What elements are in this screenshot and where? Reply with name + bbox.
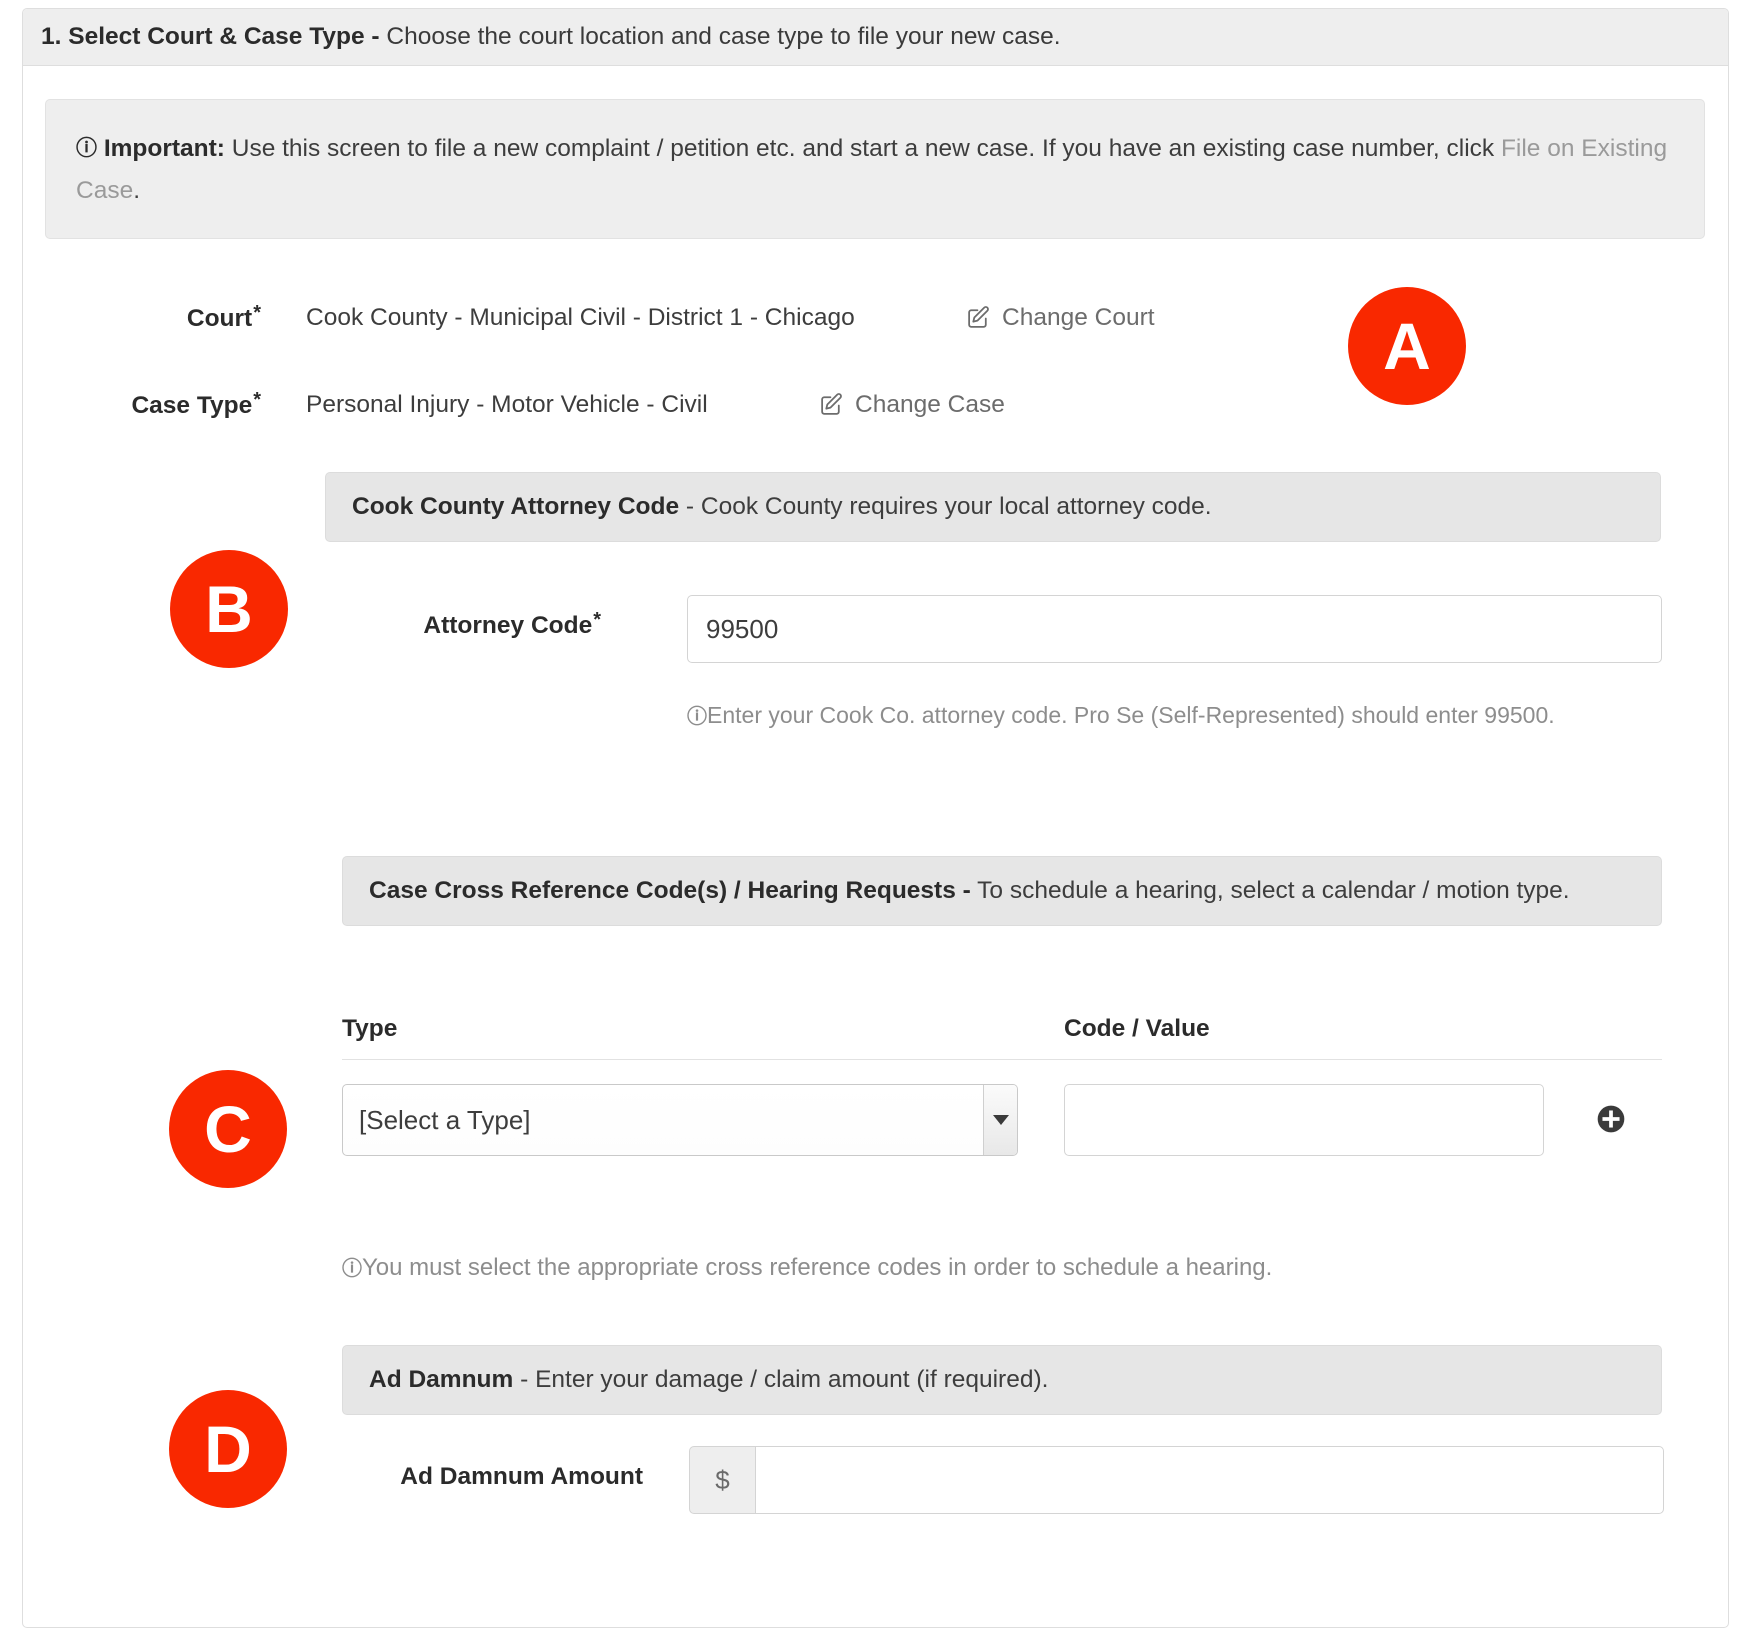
- ad-damnum-label: Ad Damnum Amount: [400, 1463, 643, 1490]
- annotation-badge-a: A: [1348, 287, 1466, 405]
- court-required-asterisk: *: [253, 302, 261, 324]
- info-icon: ⓘ: [342, 1256, 362, 1280]
- change-court-button[interactable]: Change Court: [966, 304, 1155, 332]
- change-case-label: Change Case: [855, 390, 1005, 418]
- attorney-code-label: Attorney Code: [423, 612, 593, 639]
- attorney-code-help: ⓘEnter your Cook Co. attorney code. Pro …: [687, 697, 1617, 734]
- info-icon: ⓘ: [76, 136, 97, 160]
- important-label: Important:: [103, 135, 225, 162]
- important-alert-text: ⓘ Important: Use this screen to file a n…: [76, 128, 1674, 212]
- important-text-2: .: [133, 177, 141, 205]
- plus-circle-icon: [1595, 1103, 1627, 1138]
- step-card: 1. Select Court & Case Type - Choose the…: [22, 8, 1729, 1628]
- important-text-1: Use this screen to file a new complaint …: [224, 135, 1501, 162]
- edit-pencil-icon: [819, 392, 844, 417]
- cross-reference-section-header: Case Cross Reference Code(s) / Hearing R…: [342, 856, 1662, 926]
- cross-reference-header-bold: Case Cross Reference Code(s) / Hearing R…: [369, 877, 971, 904]
- cross-reference-table-header: Type Code / Value: [342, 1015, 1662, 1060]
- ad-damnum-header-rest: - Enter your damage / claim amount (if r…: [513, 1366, 1049, 1393]
- case-type-row: Case Type* Personal Injury - Motor Vehic…: [23, 389, 1323, 420]
- cross-reference-help: ⓘYou must select the appropriate cross r…: [342, 1249, 1592, 1288]
- case-type-label-wrap: Case Type*: [23, 389, 261, 420]
- ad-damnum-input[interactable]: [755, 1446, 1664, 1514]
- court-label-wrap: Court*: [23, 302, 261, 333]
- type-select[interactable]: [Select a Type]: [342, 1084, 1018, 1156]
- attorney-code-help-text: Enter your Cook Co. attorney code. Pro S…: [707, 702, 1555, 728]
- ad-damnum-section-header: Ad Damnum - Enter your damage / claim am…: [342, 1345, 1662, 1415]
- cross-reference-help-text: You must select the appropriate cross re…: [362, 1254, 1273, 1281]
- column-header-code-value: Code / Value: [1064, 1015, 1210, 1042]
- filing-step-page: 1. Select Court & Case Type - Choose the…: [0, 0, 1751, 1636]
- court-label: Court: [186, 305, 253, 332]
- step-title-bold: 1. Select Court & Case Type -: [41, 23, 380, 50]
- case-type-label: Case Type: [131, 392, 253, 419]
- annotation-badge-b: B: [170, 550, 288, 668]
- step-header-text: 1. Select Court & Case Type - Choose the…: [41, 23, 1061, 51]
- annotation-badge-d: D: [169, 1390, 287, 1508]
- code-value-input[interactable]: [1064, 1084, 1544, 1156]
- court-row: Court* Cook County - Municipal Civil - D…: [23, 302, 1323, 333]
- column-header-type: Type: [342, 1015, 398, 1042]
- case-type-required-asterisk: *: [253, 389, 261, 411]
- attorney-code-section-header: Cook County Attorney Code - Cook County …: [325, 472, 1661, 542]
- attorney-code-header-bold: Cook County Attorney Code: [352, 493, 680, 520]
- attorney-code-input[interactable]: [687, 595, 1662, 663]
- case-type-value: Personal Injury - Motor Vehicle - Civil: [306, 390, 708, 418]
- important-alert: ⓘ Important: Use this screen to file a n…: [45, 99, 1705, 240]
- annotation-badge-b-letter: B: [205, 572, 253, 646]
- cross-reference-table-row: [Select a Type]: [342, 1060, 1662, 1156]
- cross-reference-header-rest: To schedule a hearing, select a calendar…: [970, 877, 1570, 904]
- annotation-badge-d-letter: D: [204, 1412, 252, 1486]
- info-icon: ⓘ: [687, 704, 707, 728]
- step-title-rest: Choose the court location and case type …: [379, 23, 1061, 50]
- change-court-label: Change Court: [1002, 303, 1155, 331]
- edit-pencil-icon: [966, 305, 991, 330]
- ad-damnum-input-group: $: [689, 1446, 1664, 1514]
- attorney-code-header-rest: - Cook County requires your local attorn…: [679, 493, 1212, 520]
- annotation-badge-c: C: [169, 1070, 287, 1188]
- court-value: Cook County - Municipal Civil - District…: [306, 303, 855, 331]
- annotation-badge-c-letter: C: [204, 1092, 252, 1166]
- change-case-button[interactable]: Change Case: [819, 391, 1005, 419]
- type-select-wrapper: [Select a Type]: [342, 1084, 1018, 1156]
- step-header: 1. Select Court & Case Type - Choose the…: [23, 9, 1728, 66]
- ad-damnum-header-bold: Ad Damnum: [369, 1366, 514, 1393]
- currency-symbol-addon: $: [689, 1446, 755, 1514]
- annotation-badge-a-letter: A: [1383, 309, 1431, 383]
- add-cross-reference-button[interactable]: [1594, 1103, 1628, 1137]
- cross-reference-table: Type Code / Value [Select a Type]: [342, 1015, 1662, 1156]
- attorney-code-label-wrap: Attorney Code*: [313, 609, 601, 640]
- attorney-code-required-asterisk: *: [593, 609, 601, 631]
